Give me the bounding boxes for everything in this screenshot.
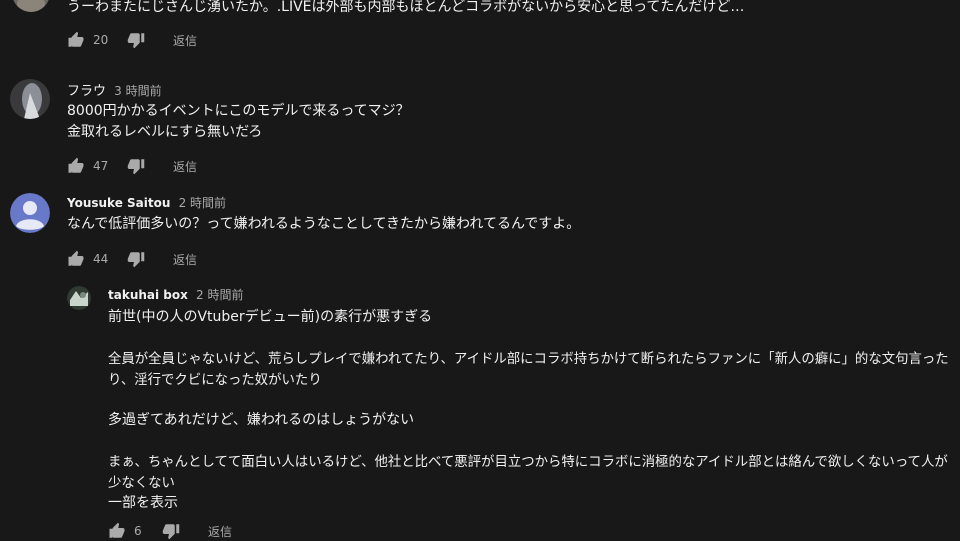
comment-actions: 44 返信: [67, 249, 197, 269]
like-button[interactable]: [67, 250, 85, 268]
thumbs-up-icon: [68, 250, 84, 266]
timestamp[interactable]: 3 時間前: [114, 84, 161, 98]
reply-button[interactable]: 返信: [208, 523, 232, 540]
avatar[interactable]: [67, 286, 91, 310]
like-button[interactable]: [67, 157, 85, 175]
dislike-button[interactable]: [119, 250, 145, 268]
author-name[interactable]: takuhai box: [108, 288, 188, 302]
reply-paragraph-1: 前世(中の人のVtuberデビュー前)の素行が悪すぎる: [108, 309, 433, 325]
timestamp[interactable]: 2 時間前: [196, 288, 243, 302]
reply-paragraph-2: 全員が全員じゃないけど、荒らしプレイで嫌われてたり、アイドル部にコラボ持ちかけて…: [108, 352, 949, 388]
dislike-button[interactable]: [119, 31, 145, 49]
dislike-button[interactable]: [119, 157, 145, 175]
avatar[interactable]: [12, 0, 50, 12]
reply-button[interactable]: 返信: [173, 32, 197, 49]
comment-text: 8000円かかるイベントにこのモデルで来るってマジ？ 金取れるレベルにすら無いだ…: [67, 103, 410, 140]
comment-text: なんで低評価多いの？って嫌われるようなことしてきたから嫌われてるんですよ。: [67, 216, 581, 232]
author-name[interactable]: フラウ: [67, 84, 106, 99]
like-button[interactable]: [108, 522, 126, 540]
thumbs-up-icon: [109, 522, 125, 538]
reply-button[interactable]: 返信: [173, 158, 197, 175]
thumbs-up-icon: [68, 157, 84, 173]
like-count: 20: [93, 33, 109, 47]
reply-paragraph-4: まぁ、ちゃんとしてて面白い人はいるけど、他社と比べて悪評が目立つから特にコラボに…: [108, 455, 948, 491]
author-line: Yousuke Saitou 2 時間前: [67, 194, 226, 211]
avatar[interactable]: [10, 193, 50, 233]
thumbs-down-icon: [127, 252, 145, 268]
author-line: takuhai box 2 時間前: [108, 286, 243, 303]
thumbs-down-icon: [127, 159, 145, 175]
like-count: 44: [93, 252, 109, 266]
comment-actions: 6 返信: [108, 521, 232, 541]
show-more-link[interactable]: 一部を表示: [108, 492, 178, 512]
comment-actions: 47 返信: [67, 156, 197, 176]
like-count: 47: [93, 159, 109, 173]
reply-paragraph-3: 多過ぎてあれだけど、嫌われるのはしょうがない: [108, 412, 415, 428]
author-line: フラウ 3 時間前: [67, 80, 162, 99]
thumbs-down-icon: [127, 33, 145, 49]
comment-text: うーわまたにじさんじ湧いたか。.LIVEは外部も内部もほとんどコラボがないから安…: [67, 0, 745, 15]
like-count: 6: [134, 524, 142, 538]
thumbs-down-icon: [162, 524, 180, 540]
comment-actions: 20 返信: [67, 30, 197, 50]
reply-button[interactable]: 返信: [173, 251, 197, 268]
like-button[interactable]: [67, 31, 85, 49]
author-name[interactable]: Yousuke Saitou: [67, 196, 170, 210]
thumbs-up-icon: [68, 31, 84, 47]
timestamp[interactable]: 2 時間前: [179, 196, 226, 210]
dislike-button[interactable]: [154, 522, 180, 540]
avatar[interactable]: [10, 79, 50, 119]
